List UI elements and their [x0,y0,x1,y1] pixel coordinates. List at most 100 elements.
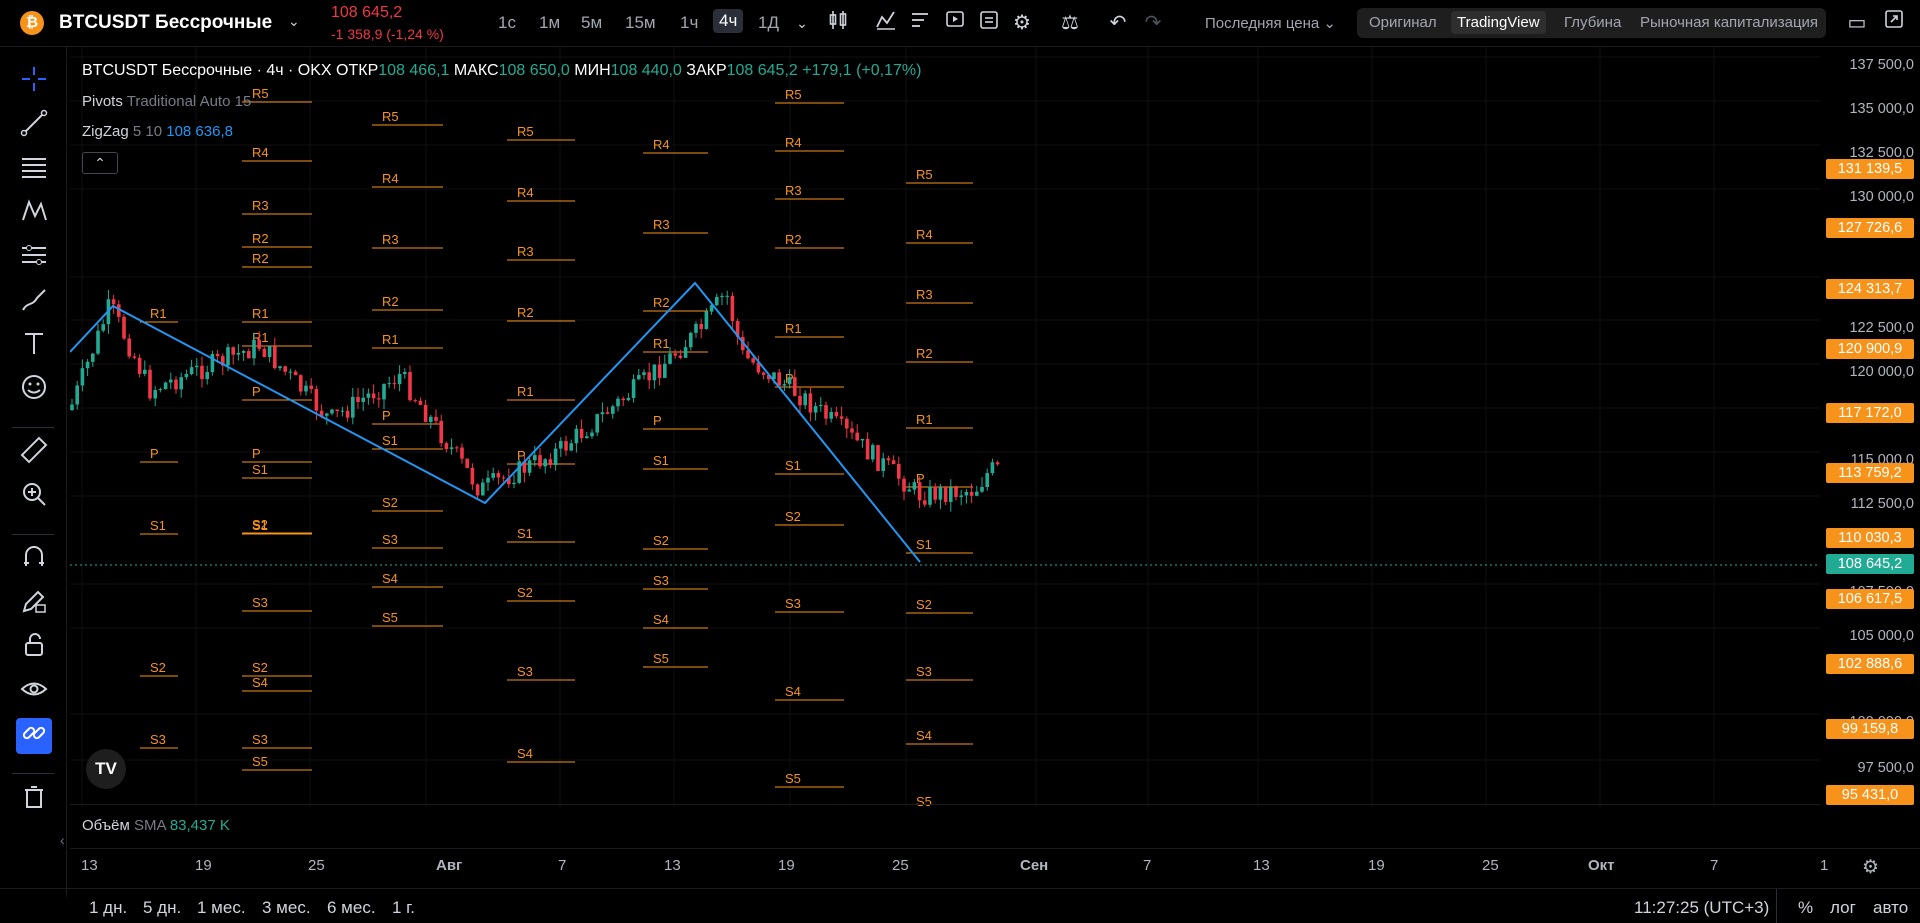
time-tick: 1 [1820,857,1829,874]
clock[interactable]: 11:27:25 (UTC+3) [1634,898,1769,918]
price-level-tag: 106 617,5 [1826,589,1914,609]
zigzag-indicator[interactable]: ZigZag 5 10 108 636,8 [82,123,233,140]
collapse-toolbar-icon[interactable]: ‹ [60,832,65,848]
candle-body [132,356,137,358]
projection-icon[interactable] [16,240,52,276]
time-tick: Авг [436,857,463,874]
time-tick: Окт [1588,857,1615,874]
redo-icon[interactable]: ↷ [1139,9,1167,37]
close-label: ЗАКР [686,62,727,79]
replay-icon[interactable] [941,9,969,37]
ruler-icon[interactable] [16,435,52,471]
view-tradingview[interactable]: TradingView [1451,11,1546,34]
range-6m[interactable]: 6 мес. [327,898,376,918]
log-scale-button[interactable]: лог [1830,898,1856,918]
brush-icon[interactable] [16,284,52,320]
zoom-icon[interactable] [16,479,52,515]
fullscreen-icon[interactable]: ▭ [1843,9,1871,37]
time-tick: 7 [558,857,567,874]
gear-icon[interactable]: ⚙ [1862,856,1879,879]
candle-body [761,372,766,375]
btc-coin-icon: ₿ [20,11,44,35]
pivots-indicator[interactable]: Pivots Traditional Auto 15 [82,93,251,110]
candle-body [527,460,532,473]
candle-body [860,438,865,441]
candle-body [91,353,95,362]
last-price: 108 645,2 [331,4,403,21]
open-value: 108 466,1 [378,62,450,79]
pivot-label: R4 [517,185,534,200]
pivot-label: R2 [785,232,802,247]
indicators-icon[interactable] [872,9,900,37]
trendline-icon[interactable] [16,108,52,144]
tf-1d[interactable]: 1Д [758,13,779,33]
pivot-label: R3 [517,244,534,259]
pivot-label: R4 [653,137,670,152]
price-mode-dropdown[interactable]: Последняя цена ⌄ [1205,14,1336,32]
candle-body [689,332,693,348]
collapse-legend-button[interactable]: ⌃ [82,152,118,174]
chart-canvas[interactable]: R1PS1S2S3R2R1PS1S2S3R5R4R3R2R1PS1S2S3S4S… [70,47,1820,807]
range-5d[interactable]: 5 дн. [143,898,181,918]
pivot-label: S1 [382,433,398,448]
text-icon[interactable] [16,328,52,364]
symbol-selector[interactable]: BTCUSDT Бессрочные [59,12,272,34]
auto-scale-button[interactable]: авто [1873,898,1908,918]
link-icon[interactable] [16,718,52,754]
trash-icon[interactable] [16,782,52,818]
candle-body [418,400,423,405]
bottom-divider [1776,889,1777,923]
tf-5m[interactable]: 5м [581,13,602,33]
percent-scale-button[interactable]: % [1798,898,1813,918]
candles-icon[interactable] [825,9,853,37]
range-1y[interactable]: 1 г. [392,898,415,918]
tf-4h[interactable]: 4ч [713,9,744,33]
candle-body [548,459,553,465]
compare-icon[interactable] [975,9,1003,37]
chevron-down-icon[interactable]: ⌄ [788,9,816,37]
tf-1s[interactable]: 1с [498,13,516,33]
chevron-down-icon[interactable]: ⌄ [288,13,300,30]
templates-icon[interactable] [906,9,934,37]
price-level-tag: 127 726,6 [1826,218,1914,238]
undo-icon[interactable]: ↶ [1104,9,1132,37]
candle-body [382,383,386,400]
pivot-label: S3 [517,664,533,679]
pivot-label: S1 [916,537,932,552]
candle-body [564,441,568,451]
tf-1m[interactable]: 1м [539,13,560,33]
range-1m[interactable]: 1 мес. [197,898,246,918]
candle-body [460,447,464,459]
pivot-label: S1 [150,518,166,533]
candle-body [205,372,209,380]
eye-icon[interactable] [16,674,52,710]
candle-body [605,412,610,414]
lock-pencil-icon[interactable] [16,586,52,622]
scales-icon[interactable]: ⚖ [1056,9,1084,37]
candle-body [299,375,303,392]
pivot-label: R1 [916,412,933,427]
emoji-icon[interactable] [16,372,52,408]
view-market-cap[interactable]: Рыночная капитализация [1640,14,1818,31]
tradingview-logo[interactable]: TV [86,749,126,789]
range-1d[interactable]: 1 дн. [89,898,127,918]
view-original[interactable]: Оригинал [1369,14,1437,31]
fib-icon[interactable] [16,152,52,188]
magnet-icon[interactable] [16,542,52,578]
price-level-tag: 117 172,0 [1826,403,1914,423]
view-depth[interactable]: Глубина [1564,14,1621,31]
pivots-name: Pivots [82,93,123,110]
crosshair-icon[interactable] [16,64,52,100]
view-switcher: Оригинал TradingView Глубина Рыночная ка… [1357,8,1826,38]
candle-body [512,482,516,485]
lock-icon[interactable] [16,630,52,666]
pattern-icon[interactable] [16,196,52,232]
candle-body [616,398,620,407]
range-3m[interactable]: 3 мес. [262,898,311,918]
gear-icon[interactable]: ⚙ [1008,9,1036,37]
tf-15m[interactable]: 15м [625,13,656,33]
drawing-toolbar: ‹ [0,47,67,897]
pivot-label: S2 [785,509,801,524]
expand-icon[interactable] [1880,9,1908,37]
tf-1h[interactable]: 1ч [680,13,698,33]
